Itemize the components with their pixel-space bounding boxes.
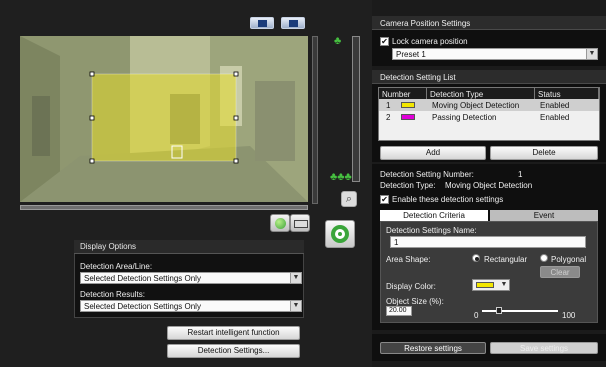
select-tool-button[interactable]	[250, 17, 274, 29]
chevron-down-icon: ▼	[500, 281, 508, 288]
size-min-label: 0	[474, 311, 479, 320]
camera-live-view[interactable]	[20, 36, 308, 202]
add-button[interactable]: Add	[380, 146, 486, 160]
object-size-label: Object Size (%):	[386, 297, 444, 306]
vertical-scrollbar[interactable]	[312, 36, 318, 204]
horizontal-scrollbar[interactable]	[20, 205, 308, 210]
chevron-down-icon: ▼	[290, 273, 301, 283]
setting-number-value: 1	[518, 170, 523, 179]
single-tree-icon: ♣	[334, 35, 342, 47]
display-color-picker[interactable]: ▼	[472, 279, 510, 291]
detection-table: Number Detection Type Status 1 Moving Ob…	[378, 87, 600, 141]
window-tool-icon	[289, 20, 298, 27]
save-settings-button[interactable]: Save settings	[490, 342, 598, 354]
area-line-label: Detection Area/Line:	[80, 262, 153, 271]
object-size-slider[interactable]	[482, 306, 558, 314]
green-status-dot-icon	[275, 218, 286, 229]
object-size-input[interactable]: 20.00	[386, 306, 412, 316]
size-max-label: 100	[562, 311, 576, 320]
col-status: Status	[535, 88, 599, 99]
zoom-slider[interactable]	[352, 36, 360, 182]
settings-name-label: Detection Settings Name:	[386, 226, 477, 235]
area-line-select[interactable]: Selected Detection Settings Only ▼	[80, 272, 302, 284]
slider-thumb[interactable]	[496, 307, 502, 314]
enable-detection-checkbox[interactable]: ✔	[380, 195, 389, 204]
multi-tree-icon: ♣♣♣	[330, 171, 352, 183]
magnify-icon[interactable]: ⌕	[341, 191, 357, 207]
camera-image	[20, 36, 308, 202]
polygonal-label: Polygonal	[551, 255, 587, 264]
playback-toggle[interactable]	[270, 214, 290, 232]
lock-camera-label: Lock camera position	[392, 37, 468, 46]
col-type: Detection Type	[427, 88, 535, 99]
detection-type-value: Moving Object Detection	[445, 181, 533, 190]
setting-number-label: Detection Setting Number:	[380, 170, 474, 179]
chevron-down-icon: ▼	[290, 301, 301, 311]
color-swatch	[401, 102, 415, 108]
rectangle-tool-icon	[294, 220, 308, 228]
detection-area-overlay	[92, 74, 236, 161]
table-row[interactable]: 1 Moving Object Detection Enabled	[379, 99, 599, 111]
delete-button[interactable]: Delete	[490, 146, 598, 160]
color-swatch	[476, 282, 494, 288]
window-tool-button[interactable]	[281, 17, 305, 29]
enable-detection-label: Enable these detection settings	[392, 195, 504, 204]
lock-camera-checkbox[interactable]: ✔	[380, 37, 389, 46]
center-view-button[interactable]	[325, 220, 355, 248]
settings-name-input[interactable]: 1	[390, 236, 586, 248]
clear-button[interactable]: Clear	[540, 266, 580, 278]
restart-intelligent-button[interactable]: Restart intelligent function	[167, 326, 300, 340]
area-shape-label: Area Shape:	[386, 255, 431, 264]
display-options-title: Display Options	[74, 240, 304, 254]
preset-select[interactable]: Preset 1 ▼	[392, 48, 598, 60]
chevron-down-icon: ▼	[586, 49, 597, 59]
detection-results-select[interactable]: Selected Detection Settings Only ▼	[80, 300, 302, 312]
polygonal-radio[interactable]	[540, 254, 548, 262]
tab-event[interactable]: Event	[490, 210, 598, 221]
col-number: Number	[379, 88, 427, 99]
pointer-icon	[258, 20, 267, 27]
restore-settings-button[interactable]: Restore settings	[380, 342, 486, 354]
color-swatch	[401, 114, 415, 120]
detection-type-label: Detection Type:	[380, 181, 436, 190]
rectangular-radio[interactable]	[472, 254, 480, 262]
rectangular-label: Rectangular	[484, 255, 528, 264]
display-color-label: Display Color:	[386, 282, 436, 291]
tab-detection-criteria[interactable]: Detection Criteria	[380, 210, 488, 221]
detection-settings-button[interactable]: Detection Settings...	[167, 344, 300, 358]
table-row[interactable]: 2 Passing Detection Enabled	[379, 111, 599, 123]
detection-results-label: Detection Results:	[80, 290, 145, 299]
camera-position-title: Camera Position Settings	[372, 16, 606, 30]
rectangle-tool-button[interactable]	[290, 214, 310, 232]
detection-list-title: Detection Setting List	[372, 70, 606, 84]
